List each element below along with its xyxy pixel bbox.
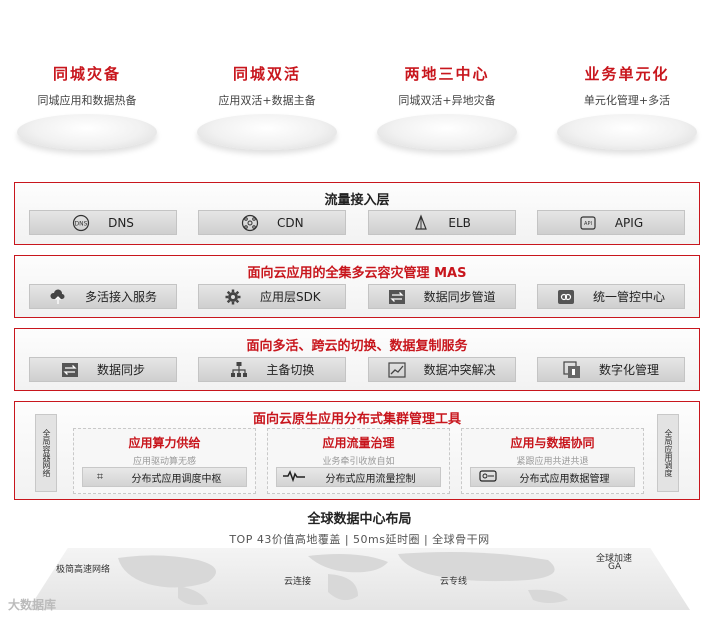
capability-title: 应用算力供给 <box>128 436 201 450</box>
capability-title: 应用流量治理 <box>322 436 395 450</box>
data-icon <box>471 469 505 486</box>
scenario-title: 业务单元化 <box>584 65 670 83</box>
control-center-icon <box>557 288 575 306</box>
chip-app-sdk[interactable]: 应用层SDK <box>198 284 347 309</box>
capability-subtitle: 紧跟应用共进共退 <box>516 457 589 467</box>
layer-title: 流量接入层 <box>324 193 390 208</box>
capability-subtitle: 应用驱动算无感 <box>132 457 196 467</box>
chip-elb[interactable]: ELB <box>367 210 516 235</box>
world-map-icon <box>118 552 568 606</box>
capability-app-data-collab: 应用与数据协同 紧跟应用共进共退 分布式应用数据管理 <box>461 428 644 494</box>
sync-arrows-icon <box>388 288 406 306</box>
map-label-high-speed-network: 极简高速网络 <box>56 565 111 575</box>
svg-text:DNS: DNS <box>75 220 88 227</box>
chart-line-icon <box>388 361 406 379</box>
capability-bar-label: 分布式应用调度中枢 <box>131 473 222 485</box>
scenario-subtitle: 单元化管理+多活 <box>583 94 671 107</box>
digital-icon <box>563 360 581 379</box>
chip-data-sync-pipeline[interactable]: 数据同步管道 <box>367 284 516 309</box>
capability-bar-label: 分布式应用流量控制 <box>325 473 416 485</box>
chip-label: ELB <box>448 215 471 230</box>
chip-data-sync[interactable]: 数据同步 <box>29 357 177 382</box>
chip-label: DNS <box>108 215 134 230</box>
layer-chips: 数据同步 主备切换 数据冲突解决 数字化管理 <box>29 357 685 382</box>
capability-compute-supply: 应用算力供给 应用驱动算无感 ⌗ 分布式应用调度中枢 <box>73 428 256 494</box>
chip-label: CDN <box>277 215 304 230</box>
chip-cdn[interactable]: CDN <box>198 210 347 235</box>
scenario-title: 两地三中心 <box>404 65 490 83</box>
hierarchy-icon <box>230 361 248 379</box>
global-app-scheduling-label: 全局应用调度 <box>657 414 679 492</box>
capability-bar[interactable]: 分布式应用数据管理 <box>470 467 635 487</box>
capability-traffic-governance: 应用流量治理 业务牵引收放自如 分布式应用流量控制 <box>267 428 450 494</box>
chip-label: 应用层SDK <box>259 290 321 304</box>
chip-apig[interactable]: API APIG <box>536 210 685 235</box>
svg-text:API: API <box>584 221 592 227</box>
scenario-two-site-three-center: 两地三中心 同城双活+异地灾备 <box>362 0 532 150</box>
capability-bar[interactable]: ⌗ 分布式应用调度中枢 <box>82 467 247 487</box>
scenario-title: 同城灾备 <box>52 65 121 83</box>
scenario-same-city-active: 同城双活 应用双活+数据主备 <box>182 0 352 150</box>
layer-chips: DNS DNS CDN ELB API APIG <box>29 210 685 235</box>
switching-replication-layer: 面向多活、跨云的切换、数据复制服务 数据同步 主备切换 数据冲突解决 数字化管理 <box>14 328 700 391</box>
chip-label: 主备切换 <box>266 363 315 377</box>
world-map-platform <box>28 548 690 610</box>
apig-icon: API <box>579 214 597 232</box>
chip-failover[interactable]: 主备切换 <box>198 357 347 382</box>
scenario-subtitle: 同城应用和数据热备 <box>37 94 137 107</box>
pedestal-disc <box>557 114 697 150</box>
mas-layer: 面向云应用的全集多云容灾管理 MAS 多活接入服务 应用层SDK 数据同步管道 … <box>14 255 700 318</box>
global-dc-title: 全球数据中心布局 <box>307 512 412 527</box>
scenario-row: 同城灾备 同城应用和数据热备 同城双活 应用双活+数据主备 两地三中心 同城双活… <box>0 0 719 175</box>
capability-bar-label: 分布式应用数据管理 <box>519 473 610 485</box>
dns-icon: DNS <box>72 214 90 232</box>
traffic-access-layer: 流量接入层 DNS DNS CDN ELB API APIG <box>14 182 700 245</box>
scenario-title: 同城双活 <box>232 65 301 83</box>
layer-title: 面向多活、跨云的切换、数据复制服务 <box>246 339 468 354</box>
cloud-upload-icon <box>49 288 67 306</box>
chip-digital-management[interactable]: 数字化管理 <box>536 357 685 382</box>
chip-label: 数据同步 <box>96 363 145 377</box>
pedestal-disc <box>377 114 517 150</box>
capability-bar[interactable]: 分布式应用流量控制 <box>276 467 441 487</box>
swap-icon <box>61 361 79 379</box>
scenario-same-city-dr: 同城灾备 同城应用和数据热备 <box>2 0 172 150</box>
elb-icon <box>412 213 430 232</box>
capability-title: 应用与数据协同 <box>510 436 595 450</box>
map-label-ga: GA <box>608 562 622 572</box>
chip-conflict-resolution[interactable]: 数据冲突解决 <box>367 357 516 382</box>
capability-subtitle: 业务牵引收放自如 <box>322 457 395 467</box>
layer-title: 面向云原生应用分布式集群管理工具 <box>252 412 461 427</box>
cluster-management-layer: 面向云原生应用分布式集群管理工具 全局容器网络 全局应用调度 应用算力供给 应用… <box>14 401 700 500</box>
layer-chips: 多活接入服务 应用层SDK 数据同步管道 统一管控中心 <box>29 284 685 309</box>
chip-unified-control-center[interactable]: 统一管控中心 <box>536 284 685 309</box>
chip-label: 数据同步管道 <box>423 290 496 304</box>
chip-label: 统一管控中心 <box>592 290 665 304</box>
chip-label: 数字化管理 <box>598 363 659 377</box>
cdn-icon <box>241 214 259 232</box>
pulse-icon <box>277 469 311 485</box>
chip-label: 多活接入服务 <box>84 290 157 304</box>
pedestal-disc <box>197 114 337 150</box>
watermark: 大数据库 <box>8 598 57 612</box>
map-label-cloud-connect: 云连接 <box>284 577 312 587</box>
global-dc-subtitle: TOP 43价值高地覆盖 | 50ms延时圈 | 全球骨干网 <box>229 533 490 546</box>
scenario-subtitle: 同城双活+异地灾备 <box>398 94 496 107</box>
chip-label: 数据冲突解决 <box>423 363 496 377</box>
pedestal-disc <box>17 114 157 150</box>
gear-icon <box>224 288 242 306</box>
chip-dns[interactable]: DNS DNS <box>29 210 177 235</box>
grid-icon: ⌗ <box>96 470 104 483</box>
global-datacenter-section: 全球数据中心布局 TOP 43价值高地覆盖 | 50ms延时圈 | 全球骨干网 … <box>0 508 719 620</box>
scenario-subtitle: 应用双活+数据主备 <box>218 94 316 107</box>
scenario-unitization: 业务单元化 单元化管理+多活 <box>542 0 712 150</box>
chip-multi-active-access[interactable]: 多活接入服务 <box>29 284 177 309</box>
chip-label: APIG <box>614 215 644 230</box>
layer-title: 面向云应用的全集多云容灾管理 MAS <box>247 266 467 281</box>
global-container-network-label: 全局容器网络 <box>35 414 57 492</box>
map-label-cloud-dedicated-line: 云专线 <box>440 577 468 587</box>
